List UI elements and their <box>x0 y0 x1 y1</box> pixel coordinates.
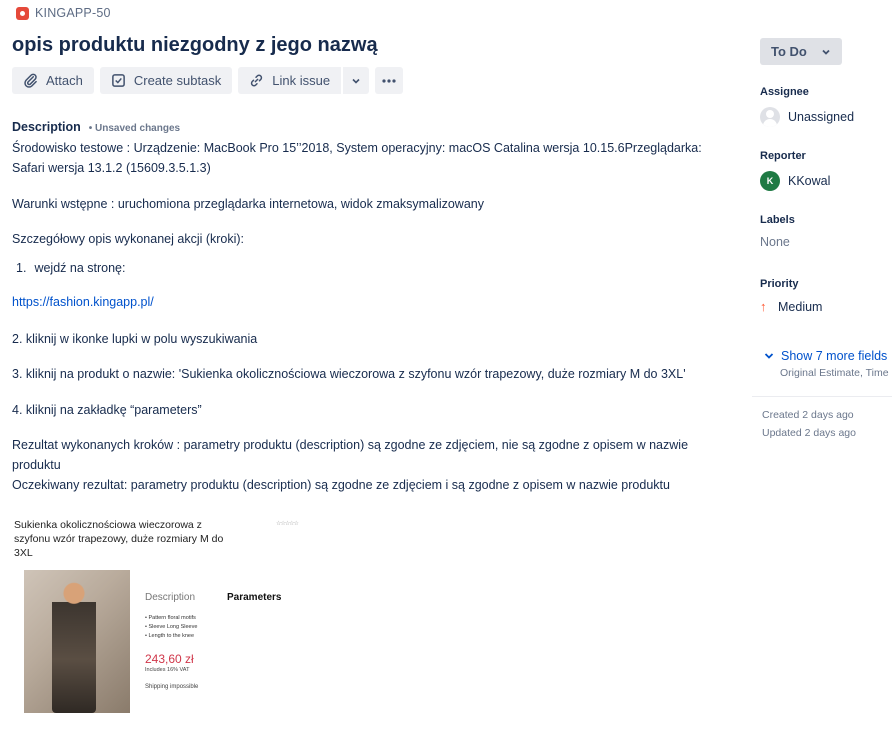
updated-timestamp: Updated 2 days ago <box>762 427 856 439</box>
labels-field[interactable]: None <box>760 235 790 249</box>
description-expected[interactable]: Oczekiwany rezultat: parametry produktu … <box>12 475 670 495</box>
more-actions-button[interactable] <box>375 67 404 94</box>
step1-text: wejdź na stronę: <box>34 261 126 275</box>
product-url-link[interactable]: https://fashion.kingapp.pl/ <box>12 292 154 312</box>
chevron-down-icon <box>352 78 360 84</box>
screenshot-price: 243,60 zł <box>145 652 194 666</box>
step1-number: 1. <box>16 261 27 275</box>
assignee-field[interactable]: Unassigned <box>760 107 854 127</box>
link-issue-button[interactable]: Link issue <box>238 67 342 94</box>
description-preconditions[interactable]: Warunki wstępne : uruchomiona przeglądar… <box>12 194 484 214</box>
description-env-line1[interactable]: Środowisko testowe : Urządzenie: MacBook… <box>12 138 702 158</box>
attached-screenshot[interactable]: Sukienka okolicznościowa wieczorowa z sz… <box>12 512 312 722</box>
description-header: Description • Unsaved changes <box>12 120 180 134</box>
avatar: K <box>760 171 780 191</box>
subtask-icon <box>111 74 125 87</box>
priority-value: Medium <box>778 299 823 314</box>
show-more-fields-button[interactable]: Show 7 more fields <box>764 349 887 363</box>
link-issue-label: Link issue <box>272 73 331 88</box>
list-item: Length to the knee <box>145 632 197 641</box>
priority-label: Priority <box>760 278 799 290</box>
chevron-down-icon <box>764 353 774 359</box>
product-photo <box>24 570 130 713</box>
status-dropdown[interactable]: To Do <box>760 38 842 65</box>
description-result-line2[interactable]: produktu <box>12 455 61 475</box>
screenshot-product-title: Sukienka okolicznościowa wieczorowa z sz… <box>14 519 224 559</box>
issue-sidebar: To Do Assignee Unassigned Reporter K KKo… <box>752 0 892 734</box>
issue-title[interactable]: opis produktu niezgodny z jego nazwą <box>12 34 378 57</box>
paperclip-icon <box>24 73 37 88</box>
issue-key[interactable]: KINGAPP-50 <box>35 6 111 20</box>
labels-value: None <box>760 235 790 249</box>
bug-icon <box>16 6 29 20</box>
list-item: Sleeve Long Sleeve <box>145 623 197 632</box>
person-icon <box>760 107 780 127</box>
screenshot-tab-parameters: Parameters <box>227 592 282 603</box>
show-more-subtitle: Original Estimate, Time <box>780 367 889 379</box>
description-steps-intro[interactable]: Szczegółowy opis wykonanej akcji (kroki)… <box>12 229 244 249</box>
rating-stars-icon: ☆☆☆☆☆ <box>276 521 299 527</box>
breadcrumb[interactable]: KINGAPP-50 <box>16 6 111 20</box>
link-icon <box>251 74 263 87</box>
create-subtask-button[interactable]: Create subtask <box>99 67 233 94</box>
assignee-value: Unassigned <box>788 110 855 124</box>
description-env-line2[interactable]: Safari wersja 13.1.2 (15609.3.5.1.3) <box>12 158 211 178</box>
description-step1[interactable]: 1. wejdź na stronę: <box>16 258 125 278</box>
assignee-label: Assignee <box>760 86 809 98</box>
reporter-label: Reporter <box>760 150 806 162</box>
chevron-down-icon <box>822 49 830 55</box>
created-timestamp: Created 2 days ago <box>762 409 854 421</box>
list-item: Pattern floral motifs <box>145 614 197 623</box>
screenshot-tab-description: Description <box>145 592 196 603</box>
description-result-line1[interactable]: Rezultat wykonanych kroków : parametry p… <box>12 435 688 455</box>
reporter-value: KKowal <box>788 174 831 188</box>
priority-field[interactable]: ↑ Medium <box>760 299 822 314</box>
show-more-label: Show 7 more fields <box>781 349 888 363</box>
screenshot-parameter-list: Pattern floral motifs Sleeve Long Sleeve… <box>145 614 197 641</box>
arrow-up-icon: ↑ <box>760 299 767 314</box>
attach-label: Attach <box>46 73 83 88</box>
status-label: To Do <box>771 44 807 59</box>
screenshot-shipping: Shipping impossible <box>145 684 199 690</box>
screenshot-vat: Includes 16% VAT <box>145 667 190 673</box>
issue-toolbar: Attach Create subtask Link issue <box>12 67 404 94</box>
more-icon <box>382 78 396 83</box>
issue-main: KINGAPP-50 opis produktu niezgodny z jeg… <box>12 0 732 734</box>
attach-button[interactable]: Attach <box>12 67 94 94</box>
reporter-field[interactable]: K KKowal <box>760 171 830 191</box>
description-heading: Description <box>12 120 81 134</box>
description-step3[interactable]: 3. kliknij na produkt o nazwie: 'Sukienk… <box>12 364 686 384</box>
unsaved-changes-indicator: • Unsaved changes <box>88 123 181 134</box>
labels-label: Labels <box>760 214 795 226</box>
link-issue-dropdown[interactable] <box>342 67 370 94</box>
divider <box>752 396 892 397</box>
description-step4[interactable]: 4. kliknij na zakładkę “parameters” <box>12 400 202 420</box>
create-subtask-label: Create subtask <box>133 73 222 88</box>
description-step2[interactable]: 2. kliknij w ikonke lupki w polu wyszuki… <box>12 329 257 349</box>
